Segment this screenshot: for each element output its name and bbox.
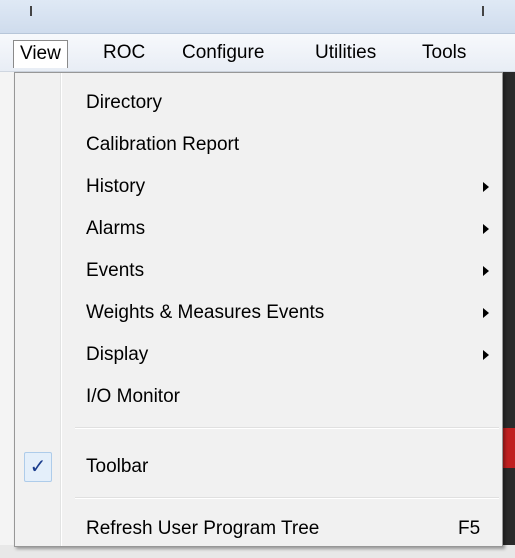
background-window-left xyxy=(0,72,14,558)
menu-item-label: Events xyxy=(86,260,145,281)
menu-item-events[interactable]: Events xyxy=(17,253,500,289)
menu-item-alarms[interactable]: Alarms xyxy=(17,211,500,247)
menu-item-weights-measures-events[interactable]: Weights & Measures Events xyxy=(17,295,500,331)
submenu-arrow-icon xyxy=(483,350,489,360)
menu-configure[interactable]: Configure xyxy=(176,40,270,68)
window-title-strip xyxy=(0,0,515,34)
menu-roc[interactable]: ROC xyxy=(97,40,151,68)
menu-separator xyxy=(75,427,499,429)
submenu-arrow-icon xyxy=(483,182,489,192)
submenu-arrow-icon xyxy=(483,308,489,318)
submenu-arrow-icon xyxy=(483,224,489,234)
menu-separator xyxy=(75,497,499,499)
menu-item-label: Calibration Report xyxy=(86,134,240,155)
view-menu-dropdown: Directory Calibration Report History Ala… xyxy=(14,72,503,547)
menu-item-toolbar[interactable]: ✓ Toolbar xyxy=(17,449,500,485)
menu-utilities[interactable]: Utilities xyxy=(309,40,382,68)
menu-item-calibration-report[interactable]: Calibration Report xyxy=(17,127,500,163)
shortcut-label: F5 xyxy=(458,518,481,539)
menu-item-refresh-user-program-tree[interactable]: Refresh User Program Tree F5 xyxy=(17,511,500,547)
menu-item-display[interactable]: Display xyxy=(17,337,500,373)
background-window-right xyxy=(503,72,515,558)
checkmark-icon: ✓ xyxy=(24,452,52,482)
menu-item-history[interactable]: History xyxy=(17,169,500,205)
menu-tools[interactable]: Tools xyxy=(416,40,472,68)
menu-item-label: Display xyxy=(86,344,149,365)
menu-item-directory[interactable]: Directory xyxy=(17,85,500,121)
background-red-block xyxy=(503,428,515,468)
title-fragment xyxy=(482,6,484,16)
title-fragment xyxy=(30,6,32,16)
menu-item-label: Alarms xyxy=(86,218,146,239)
menu-item-label: I/O Monitor xyxy=(86,386,180,407)
menu-item-io-monitor[interactable]: I/O Monitor xyxy=(17,379,500,415)
submenu-arrow-icon xyxy=(483,266,489,276)
menu-item-label: Toolbar xyxy=(86,456,149,477)
menu-item-label: History xyxy=(86,176,146,197)
menu-item-label: Weights & Measures Events xyxy=(86,302,325,323)
menu-view[interactable]: View xyxy=(13,40,68,68)
menu-bar: View ROC Configure Utilities Tools xyxy=(0,34,515,72)
menu-item-label: Directory xyxy=(86,92,163,113)
menu-item-label: Refresh User Program Tree xyxy=(86,518,320,539)
